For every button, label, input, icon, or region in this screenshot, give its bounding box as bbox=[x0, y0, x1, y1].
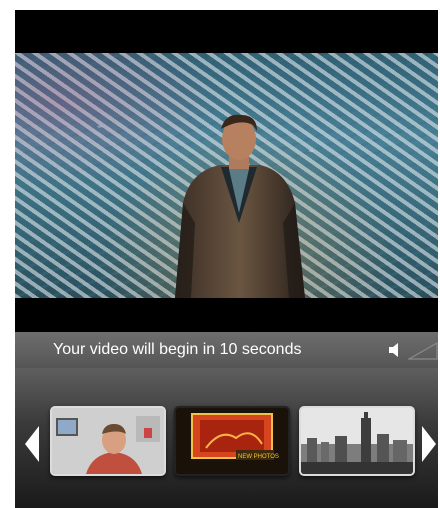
arrow-right-icon[interactable] bbox=[419, 424, 438, 464]
status-bar: Your video will begin in 10 seconds bbox=[15, 332, 438, 368]
countdown-status-text: Your video will begin in 10 seconds bbox=[53, 341, 302, 358]
thumbnail-city-skyline[interactable] bbox=[299, 406, 415, 476]
thumbnail-new-photos[interactable]: NEW PHOTOS bbox=[174, 406, 290, 476]
video-person-figure bbox=[175, 114, 305, 298]
thumbnail-man-image bbox=[52, 408, 164, 474]
arrow-left-icon[interactable] bbox=[22, 424, 42, 464]
video-content[interactable] bbox=[15, 53, 438, 298]
video-frame[interactable] bbox=[15, 10, 438, 332]
svg-text:NEW PHOTOS: NEW PHOTOS bbox=[238, 454, 279, 460]
volume-level-icon[interactable] bbox=[408, 340, 438, 360]
thumbnail-carousel: NEW PHOTOS bbox=[15, 368, 438, 508]
speaker-icon[interactable] bbox=[387, 341, 405, 359]
thumbnail-man-in-office[interactable] bbox=[50, 406, 166, 476]
video-player[interactable]: Your video will begin in 10 seconds NEW … bbox=[15, 10, 438, 508]
thumbnail-city-image bbox=[301, 408, 413, 474]
thumbnail-new-photos-image: NEW PHOTOS bbox=[176, 408, 288, 474]
